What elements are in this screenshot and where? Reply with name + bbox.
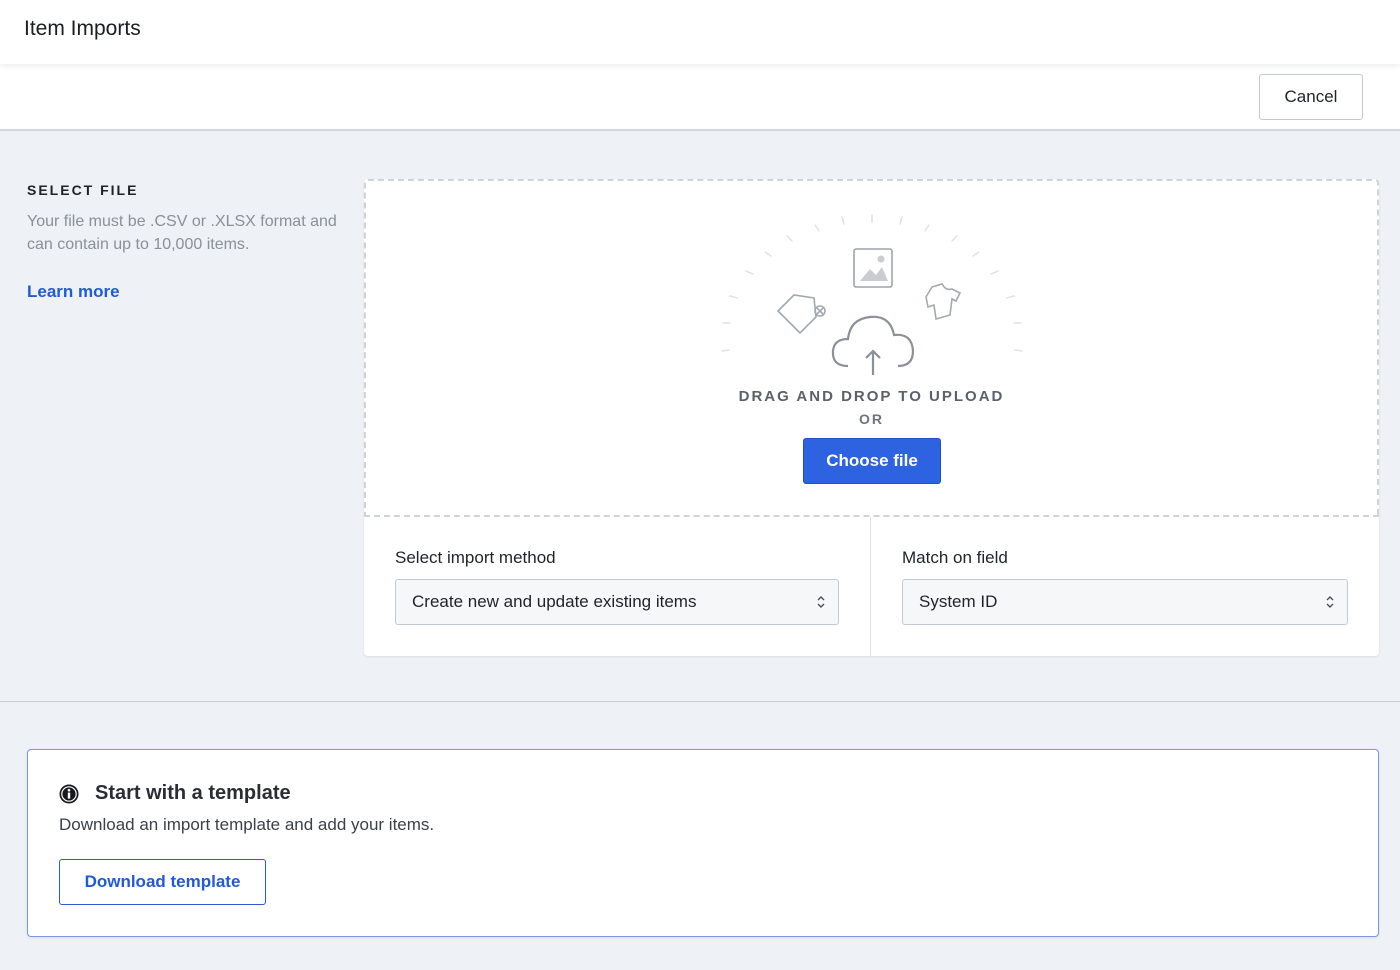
sunburst-rays: [721, 214, 1023, 352]
match-field-value: System ID: [919, 592, 998, 611]
drag-drop-label: DRAG AND DROP TO UPLOAD: [738, 388, 1005, 405]
select-file-description: Your file must be .CSV or .XLSX format a…: [27, 213, 337, 253]
download-template-button[interactable]: Download template: [59, 859, 266, 905]
template-description: Download an import template and add your…: [59, 815, 435, 834]
import-method-value: Create new and update existing items: [412, 592, 697, 611]
cancel-button[interactable]: Cancel: [1259, 74, 1363, 120]
upload-illustration: [721, 214, 1023, 375]
template-title: Start with a template: [95, 782, 291, 804]
upload-card: DRAG AND DROP TO UPLOAD OR Choose file S…: [364, 179, 1379, 656]
shirt-icon: [925, 283, 962, 321]
cloud-upload-icon: [831, 315, 915, 375]
import-method-label: Select import method: [395, 548, 556, 567]
template-card: Start with a template Download an import…: [27, 749, 1379, 937]
tag-icon: [776, 294, 826, 335]
image-icon: [853, 248, 893, 288]
app-header: Item Imports: [0, 0, 1400, 64]
page-title: Item Imports: [24, 17, 141, 40]
or-separator: OR: [859, 411, 884, 427]
file-dropzone[interactable]: DRAG AND DROP TO UPLOAD OR Choose file: [364, 179, 1379, 517]
action-toolbar: Cancel: [0, 64, 1400, 131]
options-divider: [870, 517, 871, 656]
info-icon: [59, 784, 79, 804]
select-file-heading: SELECT FILE: [27, 182, 139, 198]
learn-more-link[interactable]: Learn more: [27, 282, 120, 302]
match-field-select[interactable]: System ID: [902, 579, 1348, 625]
select-chevron-icon: [1326, 596, 1334, 608]
match-field-label: Match on field: [902, 548, 1008, 567]
choose-file-button[interactable]: Choose file: [803, 438, 941, 484]
import-method-select[interactable]: Create new and update existing items: [395, 579, 839, 625]
select-chevron-icon: [817, 596, 825, 608]
